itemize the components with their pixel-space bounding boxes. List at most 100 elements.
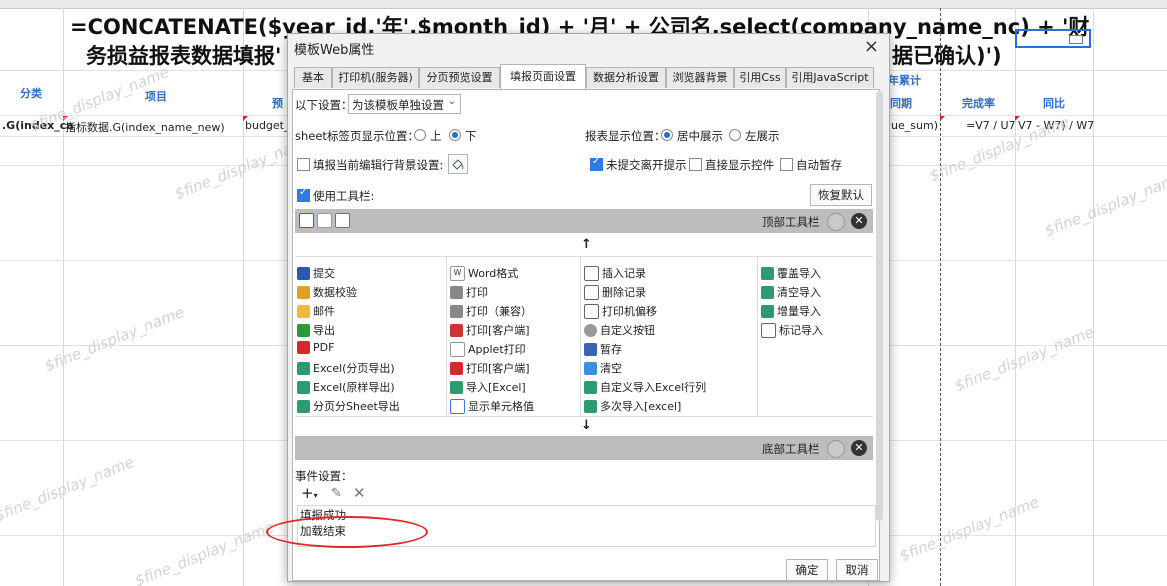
- delete-icon[interactable]: ✕: [353, 484, 366, 502]
- cancel-button[interactable]: 取消: [836, 559, 878, 581]
- edit-icon[interactable]: [317, 213, 332, 228]
- column-header-bar: [0, 0, 1167, 9]
- tab-page-preview[interactable]: 分页预览设置: [419, 67, 500, 88]
- btn-print[interactable]: 打印: [450, 284, 488, 300]
- btn-printer-offset[interactable]: 打印机偏移: [584, 303, 657, 319]
- gear-icon[interactable]: [827, 213, 845, 231]
- tab-data-analysis[interactable]: 数据分析设置: [586, 67, 666, 88]
- btn-overwrite-import[interactable]: 覆盖导入: [761, 265, 821, 281]
- panel-scrollbar[interactable]: [876, 91, 883, 521]
- excel-icon: [297, 361, 310, 375]
- delete-row-icon: [584, 284, 599, 300]
- settings-scope-value: 为该模板单独设置: [352, 98, 444, 112]
- checkbox-autosave[interactable]: [780, 158, 793, 171]
- btn-temp-save[interactable]: 暂存: [584, 341, 622, 357]
- btn-clear-import[interactable]: 清空导入: [761, 284, 821, 300]
- tab-printer-server[interactable]: 打印机(服务器): [332, 67, 419, 88]
- top-toolbar-bar: 顶部工具栏 ✕: [295, 209, 873, 233]
- btn-delete-record[interactable]: 删除记录: [584, 284, 646, 300]
- applet-icon: [450, 341, 465, 357]
- tab-javascript[interactable]: 引用JavaScript: [786, 67, 874, 88]
- btn-data-validation[interactable]: 数据校验: [297, 284, 357, 300]
- btn-incremental-import[interactable]: 增量导入: [761, 303, 821, 319]
- eraser-icon: [584, 361, 597, 375]
- btn-applet-print[interactable]: Applet打印: [450, 341, 526, 357]
- excel-icon: [761, 304, 774, 318]
- save-icon[interactable]: [299, 213, 314, 228]
- btn-clear[interactable]: 清空: [584, 360, 622, 376]
- btn-custom-button[interactable]: 自定义按钮: [584, 322, 655, 338]
- arrow-up-icon[interactable]: ↑: [581, 237, 592, 252]
- cell-editor-icon: [1069, 35, 1083, 44]
- btn-custom-import-excel[interactable]: 自定义导入Excel行列: [584, 379, 706, 395]
- export-icon[interactable]: [335, 213, 350, 228]
- export-icon: [297, 323, 310, 337]
- settings-scope-select[interactable]: 为该模板单独设置 ⌄: [348, 94, 461, 114]
- cell-comment-marker: [940, 116, 945, 121]
- header-item: 项目: [145, 90, 167, 103]
- top-toolbar-icons: [299, 213, 350, 228]
- btn-import-excel[interactable]: 导入[Excel]: [450, 379, 526, 395]
- tab-basic[interactable]: 基本: [294, 67, 332, 88]
- pdf-print-icon: [450, 361, 463, 375]
- formula-line-2-right: 据已确认)'): [892, 44, 1002, 68]
- btn-excel-paged[interactable]: Excel(分页导出): [297, 360, 395, 376]
- paint-bucket-icon[interactable]: [448, 154, 468, 174]
- mark-import-icon: [761, 322, 776, 338]
- radio-report-center[interactable]: [661, 129, 673, 141]
- gear-icon[interactable]: [827, 440, 845, 458]
- checkbox-use-toolbar[interactable]: [297, 187, 310, 202]
- btn-page-sheet-export[interactable]: 分页分Sheet导出: [297, 398, 400, 414]
- btn-export[interactable]: 导出: [297, 322, 335, 338]
- restore-default-button[interactable]: 恢复默认: [810, 184, 872, 206]
- btn-email[interactable]: 邮件: [297, 303, 335, 319]
- radio-sheet-bottom-label: 下: [465, 129, 477, 143]
- arrow-down-icon[interactable]: ↓: [581, 418, 592, 433]
- cell-index-name[interactable]: 指标数据.G(index_name_new): [65, 119, 225, 135]
- btn-print-client[interactable]: 打印[客户端]: [450, 322, 530, 338]
- cell-budget[interactable]: budget_: [245, 119, 290, 132]
- btn-pdf[interactable]: PDF: [297, 341, 334, 354]
- btn-excel-original[interactable]: Excel(原样导出): [297, 379, 395, 395]
- edit-icon[interactable]: ✎: [331, 486, 342, 501]
- close-icon[interactable]: ×: [864, 36, 879, 57]
- grid-divider: [295, 256, 873, 257]
- tab-css[interactable]: 引用Css: [734, 67, 786, 88]
- grid-col-line: [1093, 8, 1094, 586]
- btn-print-compatible[interactable]: 打印（兼容）: [450, 303, 532, 319]
- grid-col-line: [243, 8, 244, 586]
- fill-row-background-label: 填报当前编辑行背景设置:: [313, 158, 444, 172]
- close-toolbar-icon[interactable]: ✕: [851, 213, 867, 229]
- selected-cell[interactable]: [1015, 29, 1091, 48]
- add-icon[interactable]: +▾: [301, 484, 318, 502]
- watermark: $fine_display_name: [132, 517, 277, 586]
- move-icon: [584, 303, 599, 319]
- header-yoy: 同比: [1043, 97, 1065, 110]
- btn-show-cell-value[interactable]: 显示单元格值: [450, 398, 534, 414]
- settings-panel: 以下设置： 为该模板单独设置 ⌄ sheet标签页显示位置： 上 下 报表显示位…: [292, 89, 880, 581]
- checkbox-direct-control[interactable]: [689, 158, 702, 171]
- radio-sheet-bottom[interactable]: [449, 129, 461, 141]
- btn-print-client-2[interactable]: 打印[客户端]: [450, 360, 530, 376]
- tab-fill-page-settings[interactable]: 填报页面设置: [500, 64, 586, 89]
- tab-browser-background[interactable]: 浏览器背景: [666, 67, 734, 88]
- radio-sheet-top[interactable]: [414, 129, 426, 141]
- btn-word[interactable]: W Word格式: [450, 265, 518, 281]
- excel-icon: [761, 285, 774, 299]
- btn-submit[interactable]: 提交: [297, 265, 335, 281]
- ok-button[interactable]: 确定: [786, 559, 828, 581]
- btn-mark-import[interactable]: 标记导入: [761, 322, 823, 338]
- checkbox-unsubmitted-prompt[interactable]: [590, 156, 603, 171]
- header-category: 分类: [20, 87, 42, 100]
- cell-completion-formula[interactable]: =V7 / U7: [966, 119, 1016, 132]
- excel-icon: [761, 266, 774, 280]
- grid-col-line: [63, 8, 64, 586]
- cell-value-sum[interactable]: lue_sum): [888, 119, 938, 132]
- close-toolbar-icon[interactable]: ✕: [851, 440, 867, 456]
- radio-report-left[interactable]: [729, 129, 741, 141]
- sheet-tab-position-label: sheet标签页显示位置：: [295, 129, 419, 143]
- checkbox-fill-row-background[interactable]: [297, 158, 310, 171]
- report-position-label: 报表显示位置：: [585, 129, 666, 143]
- btn-insert-record[interactable]: 插入记录: [584, 265, 646, 281]
- btn-multi-import[interactable]: 多次导入[excel]: [584, 398, 681, 414]
